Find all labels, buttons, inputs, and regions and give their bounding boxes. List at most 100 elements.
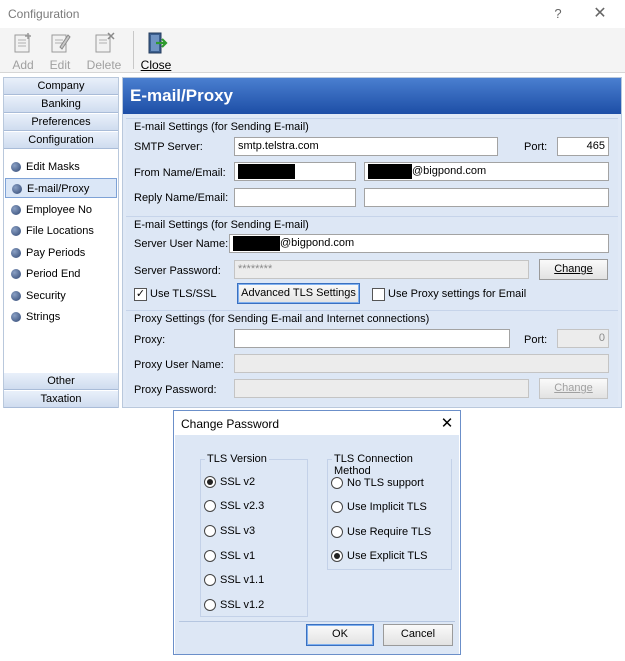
tls-method-group: TLS Connection Method No TLS support Use… — [327, 453, 452, 570]
use-proxy-label: Use Proxy settings for Email — [388, 288, 527, 300]
group-title: E-mail Settings (for Sending E-mail) — [134, 219, 309, 231]
edit-button[interactable]: Edit — [45, 30, 75, 72]
reply-name-email-label: Reply Name/Email: — [134, 192, 229, 204]
smtp-server-input[interactable]: smtp.telstra.com — [234, 137, 498, 156]
change-button-label: Change — [554, 382, 593, 394]
nav-tab-company[interactable]: Company — [4, 78, 118, 95]
from-name-input[interactable] — [234, 162, 356, 181]
proxy-user-name-input[interactable] — [234, 354, 609, 373]
nav-item-employee-no[interactable]: Employee No — [5, 200, 117, 220]
nav-tab-preferences[interactable]: Preferences — [4, 114, 118, 131]
nav-item-email-proxy[interactable]: E-mail/Proxy — [5, 178, 117, 198]
cancel-button[interactable]: Cancel — [383, 624, 453, 646]
radio-ssl-v1[interactable]: SSL v1 — [204, 548, 255, 564]
radio-label: SSL v3 — [220, 525, 256, 537]
redacted-block — [233, 236, 280, 251]
change-button-label: Change — [554, 263, 593, 275]
server-settings-group: E-mail Settings (for Sending E-mail) Ser… — [126, 216, 618, 310]
radio-label: No TLS support — [347, 477, 424, 489]
from-email-suffix: @bigpond.com — [412, 165, 487, 177]
radio-explicit-tls[interactable]: Use Explicit TLS — [331, 548, 428, 564]
radio-off-icon — [331, 477, 343, 489]
group-title: E-mail Settings (for Sending E-mail) — [134, 121, 309, 133]
radio-ssl-v3[interactable]: SSL v3 — [204, 523, 255, 539]
radio-no-tls[interactable]: No TLS support — [331, 475, 424, 491]
ok-button[interactable]: OK — [306, 624, 374, 646]
radio-label: Use Implicit TLS — [347, 501, 427, 513]
nav-tab-taxation[interactable]: Taxation — [4, 391, 118, 408]
proxy-password-input[interactable] — [234, 379, 529, 398]
toolbar: Add Edit Delete Close — [0, 28, 625, 73]
bullet-icon — [11, 226, 21, 236]
exit-door-icon — [148, 32, 168, 54]
radio-ssl-v1-2[interactable]: SSL v1.2 — [204, 597, 264, 613]
dialog-divider — [179, 621, 455, 622]
add-button[interactable]: Add — [8, 30, 38, 72]
tls-method-title: TLS Connection Method — [332, 453, 451, 477]
bullet-icon — [11, 205, 21, 215]
window-title: Configuration — [8, 7, 80, 21]
delete-document-icon — [95, 32, 115, 53]
use-proxy-checkbox[interactable] — [372, 288, 385, 301]
nav-item-pay-periods[interactable]: Pay Periods — [5, 243, 117, 263]
dialog-close-button[interactable]: ✕ — [437, 414, 457, 434]
window-close-button[interactable]: ✕ — [588, 4, 612, 24]
radio-implicit-tls[interactable]: Use Implicit TLS — [331, 499, 427, 515]
bullet-icon — [11, 162, 21, 172]
delete-button[interactable]: Delete — [84, 30, 124, 72]
radio-ssl-v2-3[interactable]: SSL v2.3 — [204, 498, 264, 514]
nav-item-label: File Locations — [26, 225, 94, 237]
nav-item-label: E-mail/Proxy — [27, 183, 90, 195]
proxy-user-name-label: Proxy User Name: — [134, 359, 224, 371]
proxy-port-label: Port: — [524, 334, 548, 346]
content-panel: E-mail/Proxy E-mail Settings (for Sendin… — [122, 77, 622, 408]
nav-item-edit-masks[interactable]: Edit Masks — [5, 157, 117, 177]
radio-require-tls[interactable]: Use Require TLS — [331, 524, 431, 540]
change-password-button[interactable]: Change — [539, 259, 608, 280]
advanced-tls-settings-button[interactable]: Advanced TLS Settings — [237, 283, 360, 304]
radio-label: Use Require TLS — [347, 526, 432, 538]
change-password-dialog: Change Password ✕ TLS Version SSL v2 SSL… — [173, 410, 461, 655]
radio-label: SSL v1.1 — [220, 574, 265, 586]
from-email-input[interactable]: @bigpond.com — [364, 162, 609, 181]
radio-off-icon — [331, 501, 343, 513]
use-tls-checkbox[interactable]: ✓ — [134, 288, 147, 301]
radio-label: SSL v1 — [220, 550, 256, 562]
radio-label: Use Explicit TLS — [347, 550, 428, 562]
radio-ssl-v2[interactable]: SSL v2 — [204, 474, 255, 490]
radio-off-icon — [204, 525, 216, 537]
reply-email-input[interactable] — [364, 188, 609, 207]
help-button[interactable]: ? — [546, 4, 570, 24]
bullet-icon — [11, 269, 21, 279]
group-title: Proxy Settings (for Sending E-mail and I… — [134, 313, 430, 325]
add-label: Add — [12, 58, 34, 72]
nav-item-period-end[interactable]: Period End — [5, 264, 117, 284]
nav-tab-banking[interactable]: Banking — [4, 96, 118, 113]
bullet-icon — [11, 291, 21, 301]
radio-on-icon — [331, 550, 343, 562]
change-proxy-password-button[interactable]: Change — [539, 378, 608, 399]
delete-label: Delete — [86, 58, 122, 72]
nav-tab-other[interactable]: Other — [4, 373, 118, 390]
radio-label: SSL v2.3 — [220, 500, 265, 512]
tls-version-title: TLS Version — [205, 453, 269, 465]
proxy-input[interactable] — [234, 329, 510, 348]
nav-tab-configuration[interactable]: Configuration — [4, 132, 118, 149]
page-title: E-mail/Proxy — [123, 78, 621, 114]
server-user-name-input[interactable]: @bigpond.com — [229, 234, 609, 253]
server-password-label: Server Password: — [134, 265, 221, 277]
proxy-settings-group: Proxy Settings (for Sending E-mail and I… — [126, 310, 618, 406]
nav-item-security[interactable]: Security — [5, 286, 117, 306]
nav-item-file-locations[interactable]: File Locations — [5, 221, 117, 241]
close-button[interactable]: Close — [140, 30, 172, 72]
radio-ssl-v1-1[interactable]: SSL v1.1 — [204, 572, 264, 588]
radio-off-icon — [331, 526, 343, 538]
smtp-port-input[interactable]: 465 — [557, 137, 609, 156]
server-user-name-label: Server User Name: — [134, 238, 229, 250]
port-label: Port: — [524, 141, 548, 153]
dialog-body: TLS Version SSL v2 SSL v2.3 SSL v3 SSL v… — [175, 435, 459, 654]
proxy-port-input[interactable]: 0 — [557, 329, 609, 348]
server-password-input[interactable]: ******** — [234, 260, 529, 279]
reply-name-input[interactable] — [234, 188, 356, 207]
nav-item-strings[interactable]: Strings — [5, 307, 117, 327]
